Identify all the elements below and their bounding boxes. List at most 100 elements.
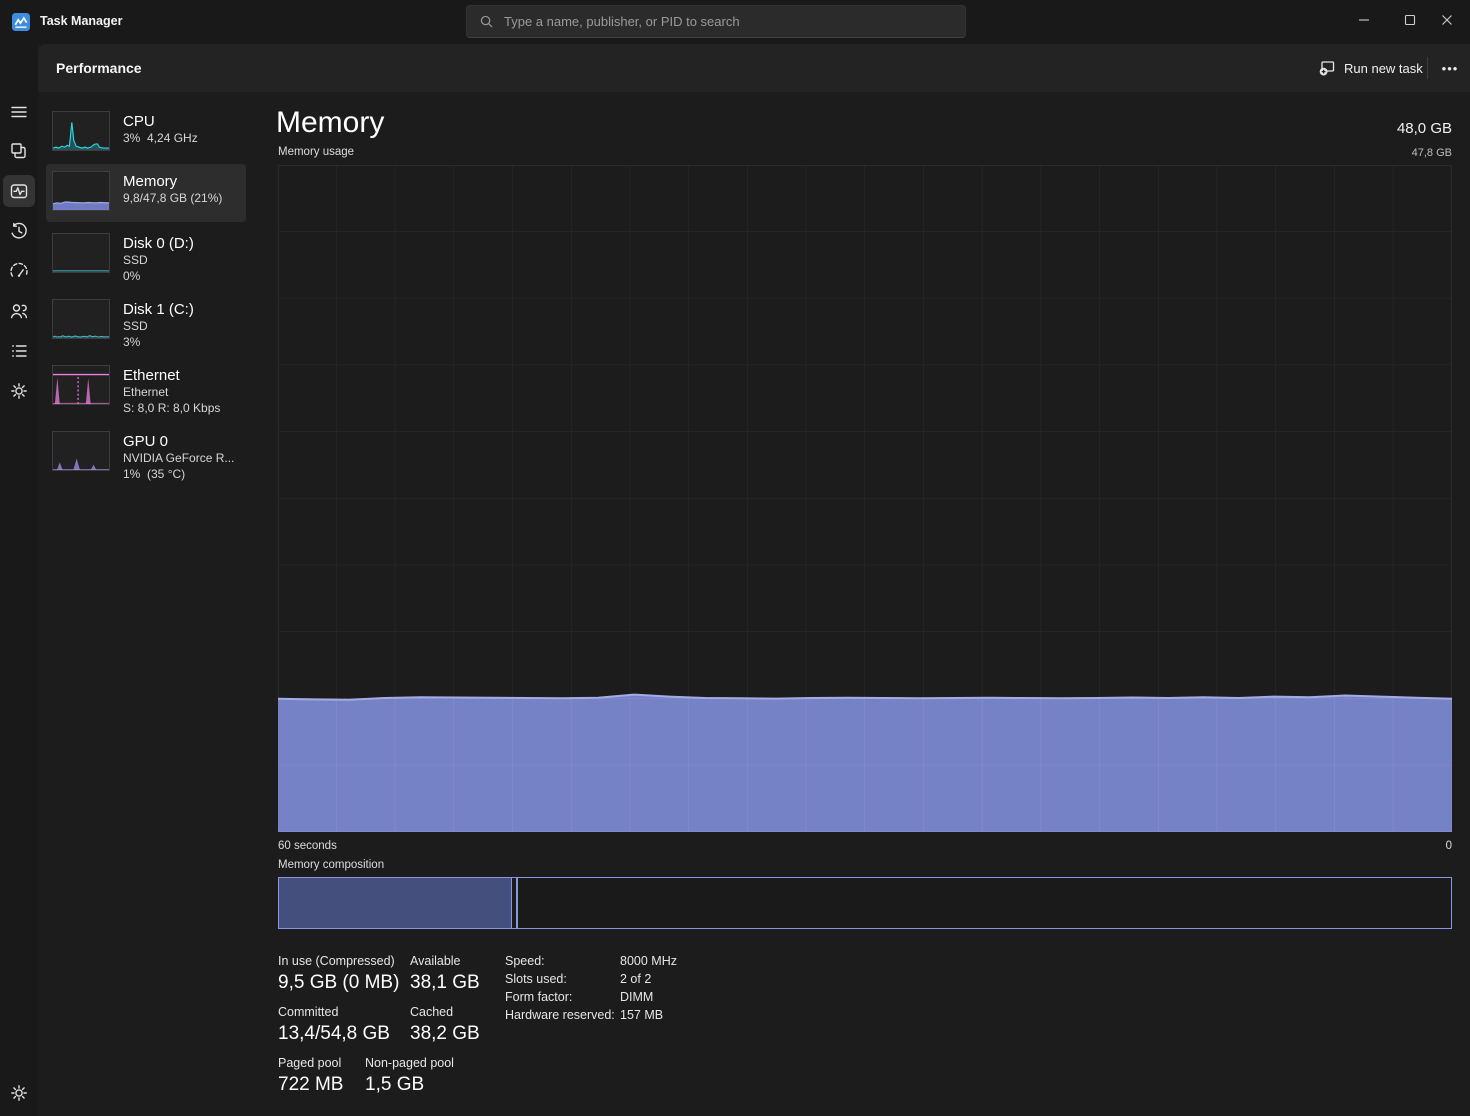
stat-in-use-label: In use (Compressed) — [278, 954, 399, 968]
navigation-rail — [0, 44, 38, 1116]
close-icon — [1441, 14, 1453, 26]
sidebar-disk0-title: Disk 0 (D:) — [123, 234, 194, 253]
memory-scale-max: 47,8 GB — [1412, 147, 1452, 159]
detail-speed-value: 8000 MHz — [620, 954, 677, 968]
stat-in-use: In use (Compressed) 9,5 GB (0 MB) — [278, 954, 399, 994]
sidebar-memory-title: Memory — [123, 172, 222, 191]
page-header — [38, 44, 1470, 92]
gauge-icon — [9, 261, 29, 281]
stat-available: Available 38,1 GB — [410, 954, 480, 994]
disk0-mini-chart — [52, 233, 110, 273]
ellipsis-icon: ••• — [1442, 61, 1459, 76]
memory-total-capacity: 48,0 GB — [1397, 120, 1452, 137]
menu-button[interactable] — [9, 102, 29, 122]
run-new-task-button[interactable]: Run new task — [1310, 54, 1431, 82]
stat-available-label: Available — [410, 954, 480, 968]
page-title: Performance — [56, 60, 142, 76]
run-new-task-label: Run new task — [1344, 61, 1423, 76]
sidebar-item-ethernet[interactable]: Ethernet Ethernet S: 8,0 R: 8,0 Kbps — [46, 358, 246, 422]
more-options-button[interactable]: ••• — [1437, 54, 1463, 82]
close-button[interactable] — [1424, 0, 1470, 40]
search-box[interactable] — [466, 5, 966, 38]
ethernet-mini-chart — [52, 365, 110, 405]
stat-cached-value: 38,2 GB — [410, 1023, 480, 1045]
services-gear-icon — [9, 381, 29, 401]
sidebar-cpu-title: CPU — [123, 112, 198, 131]
nav-services[interactable] — [9, 381, 29, 401]
sidebar-ethernet-stats: S: 8,0 R: 8,0 Kbps — [123, 401, 220, 417]
sidebar-ethernet-name: Ethernet — [123, 385, 220, 401]
memory-composition-label: Memory composition — [278, 859, 384, 871]
minimize-button[interactable] — [1341, 0, 1387, 40]
sidebar-disk1-title: Disk 1 (C:) — [123, 300, 194, 319]
detail-hwreserved-value: 157 MB — [620, 1008, 663, 1022]
sidebar-gpu-stats: 1% (35 °C) — [123, 467, 234, 483]
sidebar-cpu-stats: 3% 4,24 GHz — [123, 131, 198, 147]
cpu-mini-chart — [52, 111, 110, 151]
sidebar-disk1-type: SSD — [123, 319, 194, 335]
stat-paged-value: 722 MB — [278, 1074, 343, 1096]
memory-pane-title: Memory — [276, 106, 384, 140]
sidebar-item-memory[interactable]: Memory 9,8/47,8 GB (21%) — [46, 164, 246, 222]
users-icon — [9, 301, 29, 321]
sidebar-gpu-name: NVIDIA GeForce R... — [123, 451, 234, 467]
header-divider — [1427, 57, 1428, 79]
sidebar-item-cpu[interactable]: CPU 3% 4,24 GHz — [46, 104, 246, 162]
memory-composition-bar — [278, 877, 1452, 929]
sidebar-disk1-stats: 3% — [123, 335, 194, 351]
gpu-mini-chart — [52, 431, 110, 471]
detail-formfactor-label: Form factor: — [505, 990, 572, 1004]
detail-hwreserved-label: Hardware reserved: — [505, 1008, 615, 1022]
nav-startup-apps[interactable] — [9, 261, 29, 281]
processes-icon — [9, 141, 29, 161]
sidebar-disk0-type: SSD — [123, 253, 194, 269]
sidebar-gpu-title: GPU 0 — [123, 432, 234, 451]
search-input[interactable] — [494, 14, 965, 29]
memory-usage-chart — [278, 165, 1452, 832]
stat-nonpaged-value: 1,5 GB — [365, 1074, 454, 1096]
detail-formfactor-value: DIMM — [620, 990, 653, 1004]
search-icon — [479, 14, 494, 29]
stat-committed-value: 13,4/54,8 GB — [278, 1023, 390, 1045]
task-manager-app-icon — [12, 13, 30, 31]
performance-icon — [9, 181, 29, 201]
stat-paged-label: Paged pool — [278, 1056, 343, 1070]
sidebar-item-gpu[interactable]: GPU 0 NVIDIA GeForce R... 1% (35 °C) — [46, 424, 246, 488]
nav-details[interactable] — [9, 341, 29, 361]
settings-button[interactable] — [9, 1083, 29, 1103]
title-bar: Task Manager — [0, 0, 1470, 44]
sidebar-memory-stats: 9,8/47,8 GB (21%) — [123, 191, 222, 207]
detail-speed-label: Speed: — [505, 954, 545, 968]
nav-performance[interactable] — [9, 181, 29, 201]
app-title: Task Manager — [40, 14, 122, 28]
stat-nonpaged-pool: Non-paged pool 1,5 GB — [365, 1056, 454, 1096]
x-axis-left-label: 60 seconds — [278, 840, 337, 852]
list-icon — [9, 341, 29, 361]
composition-segment-divider — [516, 878, 518, 928]
nav-app-history[interactable] — [9, 221, 29, 241]
stat-committed-label: Committed — [278, 1005, 390, 1019]
disk1-mini-chart — [52, 299, 110, 339]
maximize-icon — [1404, 14, 1416, 26]
memory-usage-label: Memory usage — [278, 146, 354, 158]
run-new-task-icon — [1318, 59, 1336, 77]
x-axis-right-label: 0 — [1446, 840, 1452, 852]
stat-nonpaged-label: Non-paged pool — [365, 1056, 454, 1070]
composition-in-use-segment — [279, 878, 512, 928]
sidebar-disk0-stats: 0% — [123, 269, 194, 285]
sidebar-item-disk1[interactable]: Disk 1 (C:) SSD 3% — [46, 292, 246, 356]
nav-users[interactable] — [9, 301, 29, 321]
detail-slots-value: 2 of 2 — [620, 972, 651, 986]
minimize-icon — [1358, 14, 1370, 26]
sidebar-item-disk0[interactable]: Disk 0 (D:) SSD 0% — [46, 226, 246, 290]
sidebar-ethernet-title: Ethernet — [123, 366, 220, 385]
memory-mini-chart — [52, 171, 110, 211]
stat-committed: Committed 13,4/54,8 GB — [278, 1005, 390, 1045]
stat-paged-pool: Paged pool 722 MB — [278, 1056, 343, 1096]
stat-in-use-value: 9,5 GB (0 MB) — [278, 972, 399, 994]
nav-processes[interactable] — [9, 141, 29, 161]
history-clock-icon — [9, 221, 29, 241]
stat-cached-label: Cached — [410, 1005, 480, 1019]
stat-cached: Cached 38,2 GB — [410, 1005, 480, 1045]
detail-slots-label: Slots used: — [505, 972, 567, 986]
